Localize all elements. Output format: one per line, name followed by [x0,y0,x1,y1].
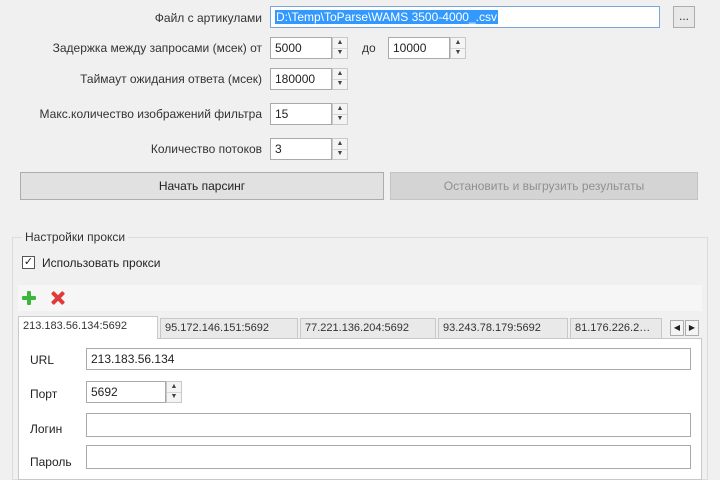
tab-proxy-5[interactable]: 81.176.226.2… [570,318,662,338]
spin-down-icon[interactable]: ▼ [167,392,181,402]
threads-input[interactable]: 3 [270,138,332,160]
spin-down-icon[interactable]: ▼ [451,48,465,58]
timeout-label: Таймаут ожидания ответа (мсек) [80,72,262,86]
browse-button[interactable]: ... [673,6,695,28]
plus-icon[interactable] [22,291,36,305]
login-label: Логин [30,422,63,436]
delay-to-input[interactable]: 10000 [388,37,450,59]
file-label: Файл с артикулами [154,11,262,25]
max-images-input[interactable]: 15 [270,103,332,125]
stop-export-button[interactable]: Остановить и выгрузить результаты [390,172,698,200]
file-input[interactable]: D:\Temp\ToParse\WAMS 3500-4000_.csv [270,6,660,28]
timeout-input[interactable]: 180000 [270,68,332,90]
delay-from-spinner[interactable]: ▲ ▼ [332,37,348,59]
tab-proxy-4[interactable]: 93.243.78.179:5692 [438,318,568,338]
use-proxy-label: Использовать прокси [42,256,161,270]
url-label: URL [30,353,55,367]
tab-proxy-2[interactable]: 95.172.146.151:5692 [160,318,298,338]
tab-scroll-left-icon[interactable]: ◀ [670,320,684,336]
delay-to-spinner[interactable]: ▲ ▼ [450,37,466,59]
x-icon[interactable] [51,291,65,305]
spin-down-icon[interactable]: ▼ [333,149,347,159]
tab-proxy-1[interactable]: 213.183.56.134:5692 [18,316,158,339]
port-input[interactable]: 5692 [86,381,166,403]
max-images-spinner[interactable]: ▲ ▼ [332,103,348,125]
tab-scroll-right-icon[interactable]: ▶ [685,320,699,336]
proxy-toolstrip [18,285,702,311]
spin-down-icon[interactable]: ▼ [333,114,347,124]
max-images-label: Макс.количество изображений фильтра [39,107,262,121]
file-input-value: D:\Temp\ToParse\WAMS 3500-4000_.csv [275,10,498,24]
delay-from-input[interactable]: 5000 [270,37,332,59]
proxy-group-title: Настройки прокси [22,230,129,244]
timeout-spinner[interactable]: ▲ ▼ [332,68,348,90]
threads-label: Количество потоков [150,142,262,156]
tab-proxy-3[interactable]: 77.221.136.204:5692 [300,318,436,338]
login-input[interactable] [86,413,691,437]
use-proxy-checkbox[interactable]: ✓ [22,256,35,269]
url-input[interactable]: 213.183.56.134 [86,348,691,370]
start-parsing-button[interactable]: Начать парсинг [20,172,384,200]
threads-spinner[interactable]: ▲ ▼ [332,138,348,160]
spin-down-icon[interactable]: ▼ [333,79,347,89]
password-label: Пароль [30,455,72,469]
delay-to-label: до [362,41,376,55]
delay-label: Задержка между запросами (мсек) от [52,41,262,55]
spin-down-icon[interactable]: ▼ [333,48,347,58]
port-label: Порт [30,387,58,401]
port-spinner[interactable]: ▲ ▼ [166,381,182,403]
password-input[interactable] [86,445,691,469]
